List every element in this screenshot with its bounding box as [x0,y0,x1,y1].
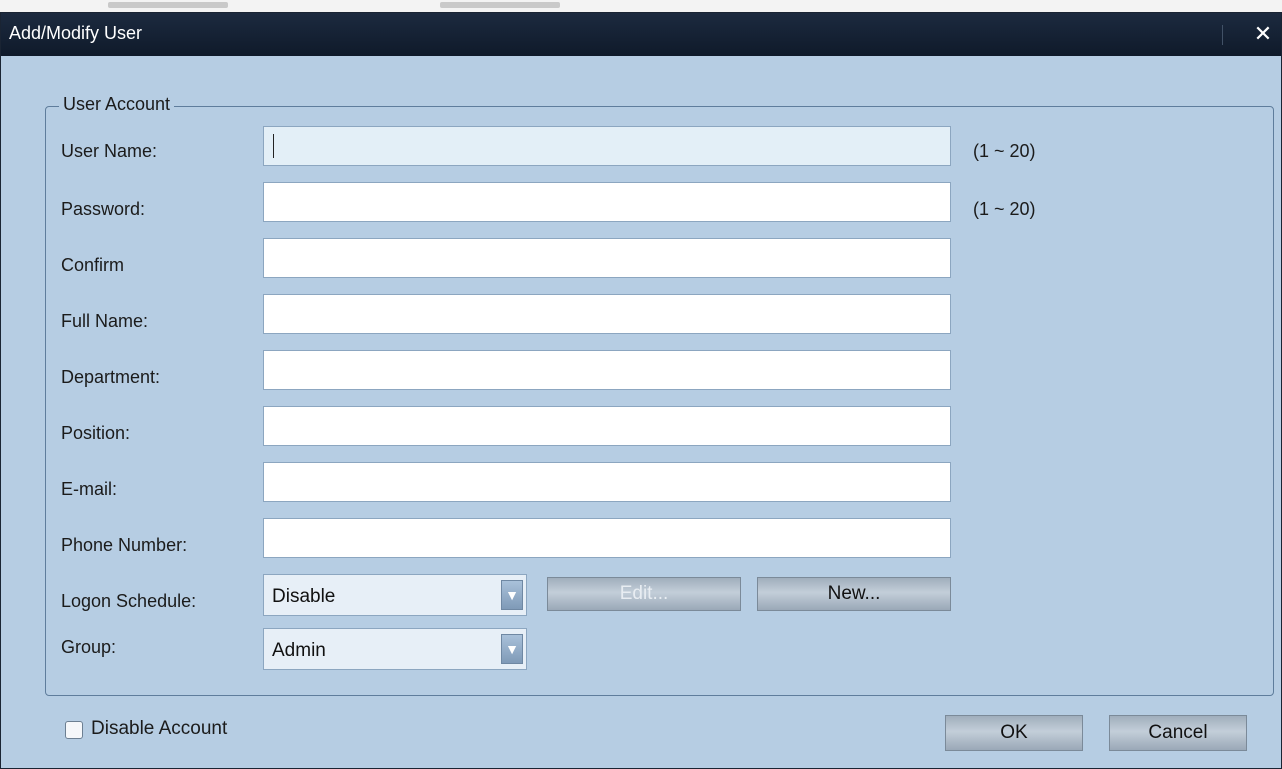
user-account-legend: User Account [59,94,175,115]
full-name-label: Full Name: [61,311,149,331]
logon-schedule-selected-value: Disable [272,586,336,607]
password-input[interactable] [263,182,951,222]
email-label: E-mail: [61,479,118,499]
department-label: Department: [61,367,161,387]
logon-schedule-select[interactable]: Disable ▼ [263,574,527,616]
group-select[interactable]: Admin ▼ [263,628,527,670]
password-label: Password: [61,199,146,219]
phone-number-input[interactable] [263,518,951,558]
group-selected-value: Admin [272,640,326,661]
close-icon[interactable]: ✕ [1249,19,1277,49]
background-ghost-text [108,2,228,8]
disable-account-checkbox[interactable] [65,721,83,739]
position-label: Position: [61,423,131,443]
cancel-button[interactable]: Cancel [1109,715,1247,751]
ok-button[interactable]: OK [945,715,1083,751]
email-input[interactable] [263,462,951,502]
disable-account-label[interactable]: Disable Account [91,718,227,740]
new-schedule-button[interactable]: New... [757,577,951,611]
logon-schedule-label: Logon Schedule: [61,591,197,611]
chevron-down-icon[interactable]: ▼ [501,634,523,664]
text-cursor [273,134,274,158]
background-ghost-text [440,2,560,8]
full-name-input[interactable] [263,294,951,334]
chevron-down-icon[interactable]: ▼ [501,580,523,610]
confirm-password-input[interactable] [263,238,951,278]
user-name-label: User Name: [61,141,158,161]
confirm-label: Confirm [61,255,125,275]
user-name-length-hint: (1 ~ 20) [973,141,1036,161]
user-name-input[interactable] [263,126,951,166]
password-length-hint: (1 ~ 20) [973,199,1036,219]
dialog-title: Add/Modify User [9,23,143,43]
position-input[interactable] [263,406,951,446]
edit-schedule-button[interactable]: Edit... [547,577,741,611]
phone-number-label: Phone Number: [61,535,188,555]
titlebar-separator [1222,25,1223,45]
dialog-titlebar[interactable]: Add/Modify User ✕ [1,13,1281,56]
group-label: Group: [61,637,117,657]
add-modify-user-dialog: Add/Modify User ✕ User Account User Name… [0,12,1282,769]
department-input[interactable] [263,350,951,390]
